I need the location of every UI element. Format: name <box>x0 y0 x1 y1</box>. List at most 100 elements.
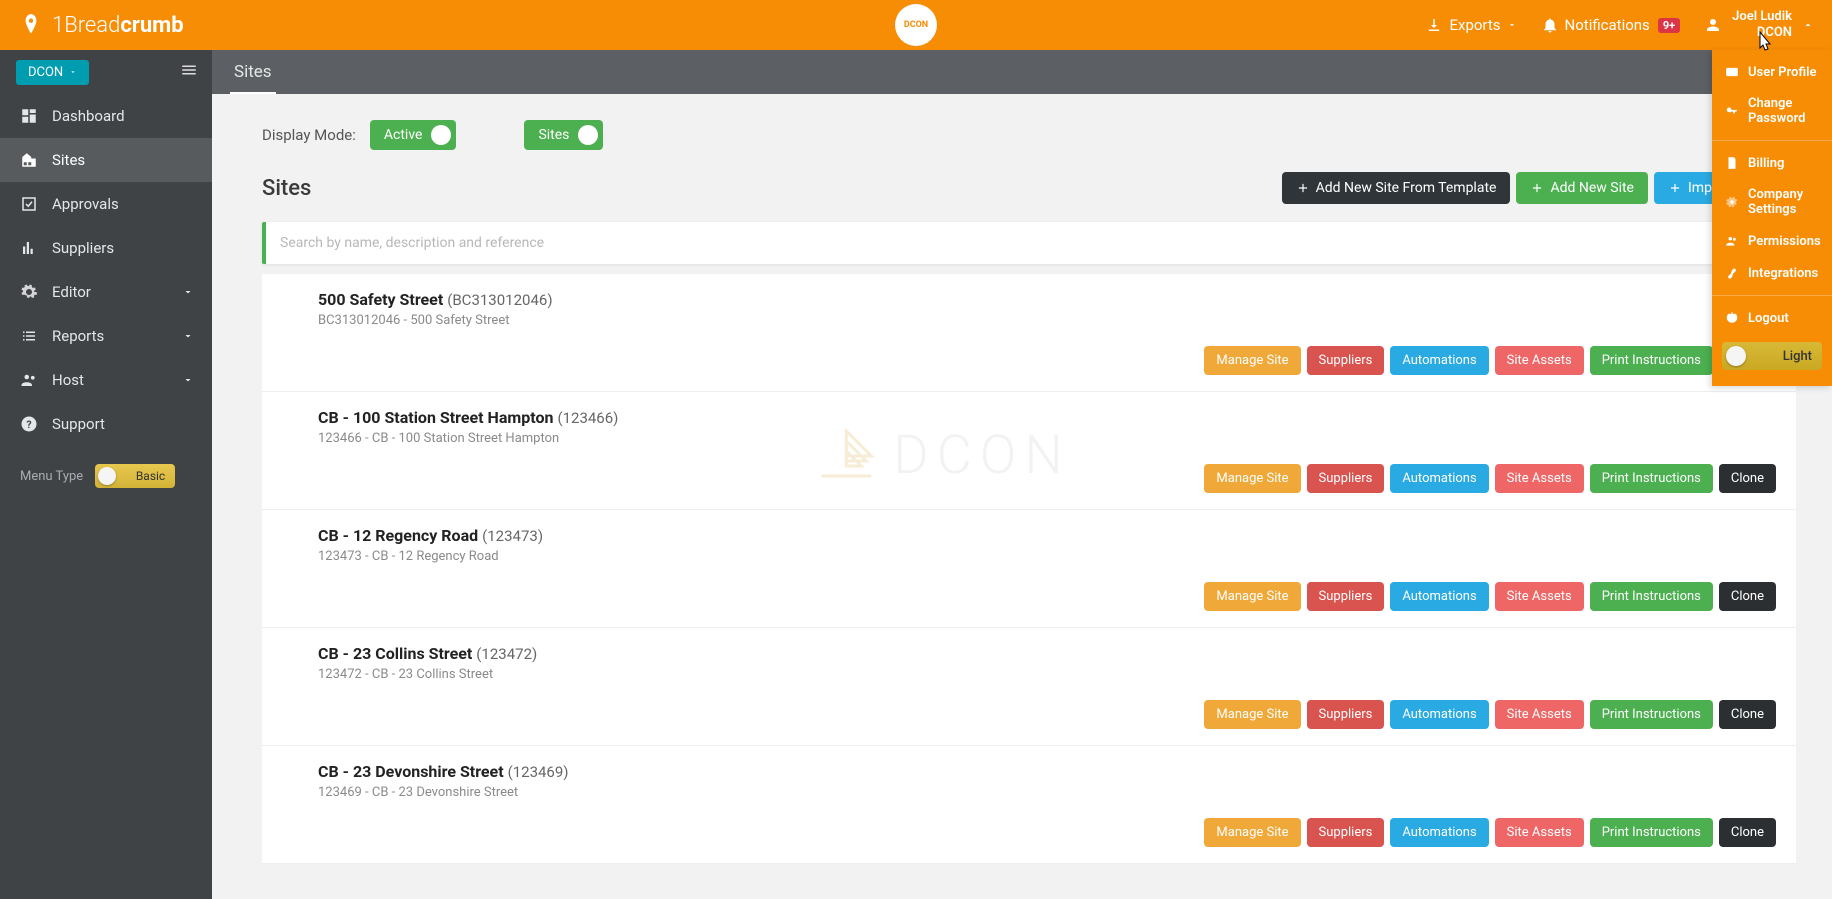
user-name: Joel Ludik <box>1732 9 1792 25</box>
tab-sites[interactable]: Sites <box>230 52 276 94</box>
company-selector[interactable]: DCON <box>16 60 89 85</box>
manage-site-button[interactable]: Manage Site <box>1204 582 1300 611</box>
list-icon <box>20 327 38 345</box>
plus-icon <box>1668 181 1682 195</box>
sidebar-item-support[interactable]: ? Support <box>0 402 212 446</box>
automations-button[interactable]: Automations <box>1390 818 1488 847</box>
gear-icon <box>1724 194 1740 210</box>
bar-chart-icon <box>20 239 38 257</box>
sidebar-item-reports[interactable]: Reports <box>0 314 212 358</box>
company-settings-link[interactable]: Company Settings <box>1712 179 1832 225</box>
clone-button[interactable]: Clone <box>1719 700 1776 729</box>
sidebar-item-suppliers[interactable]: Suppliers <box>0 226 212 270</box>
link-icon <box>1724 265 1740 281</box>
sidebar-item-sites[interactable]: Sites <box>0 138 212 182</box>
permissions-link[interactable]: Permissions <box>1712 225 1832 257</box>
brand-prefix: 1Bread <box>52 13 120 38</box>
billing-link[interactable]: Billing <box>1712 147 1832 179</box>
sites-search-input[interactable] <box>266 222 1796 264</box>
manage-site-button[interactable]: Manage Site <box>1204 346 1300 375</box>
clone-button[interactable]: Clone <box>1719 464 1776 493</box>
bell-icon <box>1541 16 1559 34</box>
sidebar-item-dashboard[interactable]: Dashboard <box>0 94 212 138</box>
site-name: CB - 100 Station Street Hampton <box>318 408 553 427</box>
sidebar-item-editor[interactable]: Editor <box>0 270 212 314</box>
menu-type-value: Basic <box>136 469 165 483</box>
app-header: 1Breadcrumb DCON Exports Notifications 9… <box>0 0 1832 50</box>
site-subtitle: 123469 - CB - 23 Devonshire Street <box>318 785 1776 800</box>
manage-site-button[interactable]: Manage Site <box>1204 464 1300 493</box>
key-icon <box>1724 103 1740 119</box>
site-subtitle: 123472 - CB - 23 Collins Street <box>318 667 1776 682</box>
sidebar-item-label: Reports <box>52 327 104 345</box>
user-profile-link[interactable]: User Profile <box>1712 56 1832 88</box>
exports-label: Exports <box>1449 16 1500 34</box>
automations-button[interactable]: Automations <box>1390 346 1488 375</box>
add-new-site-button[interactable]: Add New Site <box>1516 172 1648 204</box>
display-mode-active-toggle[interactable]: Active <box>370 120 457 150</box>
user-menu-trigger[interactable]: Joel Ludik DCON <box>1704 9 1814 40</box>
sidebar-item-label: Suppliers <box>52 239 114 257</box>
manage-site-button[interactable]: Manage Site <box>1204 818 1300 847</box>
site-title: CB - 100 Station Street Hampton (123466) <box>318 408 1776 427</box>
integrations-link[interactable]: Integrations <box>1712 257 1832 289</box>
site-assets-button[interactable]: Site Assets <box>1495 582 1584 611</box>
suppliers-button[interactable]: Suppliers <box>1307 464 1385 493</box>
suppliers-button[interactable]: Suppliers <box>1307 582 1385 611</box>
sites-header: Sites Add New Site From Template Add New… <box>262 172 1796 204</box>
print-instructions-button[interactable]: Print Instructions <box>1590 818 1713 847</box>
site-title: CB - 23 Collins Street (123472) <box>318 644 1776 663</box>
site-assets-button[interactable]: Site Assets <box>1495 700 1584 729</box>
menu-type-toggle[interactable]: Basic <box>95 464 175 488</box>
print-instructions-button[interactable]: Print Instructions <box>1590 582 1713 611</box>
site-title: CB - 12 Regency Road (123473) <box>318 526 1776 545</box>
site-assets-button[interactable]: Site Assets <box>1495 346 1584 375</box>
exports-dropdown[interactable]: Exports <box>1425 16 1516 34</box>
site-card: CB - 23 Devonshire Street (123469) 12346… <box>262 746 1796 864</box>
change-password-link[interactable]: Change Password <box>1712 88 1832 134</box>
manage-site-button[interactable]: Manage Site <box>1204 700 1300 729</box>
clone-button[interactable]: Clone <box>1719 818 1776 847</box>
theme-label: Light <box>1783 349 1812 364</box>
top-center-company-logo[interactable]: DCON <box>895 4 937 46</box>
sidebar-item-approvals[interactable]: Approvals <box>0 182 212 226</box>
menu-type-label: Menu Type <box>20 469 83 484</box>
plus-icon <box>1296 181 1310 195</box>
theme-toggle[interactable]: Light <box>1722 342 1822 370</box>
main-area: Sites DCON Display Mode: Active Sites Si… <box>212 50 1832 899</box>
notifications-button[interactable]: Notifications 9+ <box>1541 16 1681 34</box>
site-subtitle: BC313012046 - 500 Safety Street <box>318 313 1776 328</box>
sites-search-wrap <box>262 222 1796 264</box>
display-mode-sites-toggle[interactable]: Sites <box>524 120 603 150</box>
print-instructions-button[interactable]: Print Instructions <box>1590 700 1713 729</box>
site-subtitle: 123473 - CB - 12 Regency Road <box>318 549 1776 564</box>
brand-icon <box>18 12 44 38</box>
site-actions: Manage Site Suppliers Automations Site A… <box>318 346 1776 375</box>
print-instructions-button[interactable]: Print Instructions <box>1590 464 1713 493</box>
sidebar-item-label: Sites <box>52 151 85 169</box>
site-card: 500 Safety Street (BC313012046) BC313012… <box>262 274 1796 392</box>
brand-logo[interactable]: 1Breadcrumb <box>18 12 184 38</box>
site-assets-button[interactable]: Site Assets <box>1495 818 1584 847</box>
suppliers-button[interactable]: Suppliers <box>1307 700 1385 729</box>
notifications-badge: 9+ <box>1658 18 1680 33</box>
automations-button[interactable]: Automations <box>1390 464 1488 493</box>
print-instructions-button[interactable]: Print Instructions <box>1590 346 1713 375</box>
chevron-down-icon <box>182 374 194 386</box>
site-name: 500 Safety Street <box>318 290 443 309</box>
automations-button[interactable]: Automations <box>1390 700 1488 729</box>
logout-link[interactable]: Logout <box>1712 302 1832 334</box>
brand-bold: crumb <box>120 13 183 38</box>
suppliers-button[interactable]: Suppliers <box>1307 346 1385 375</box>
clone-button[interactable]: Clone <box>1719 582 1776 611</box>
sidebar-item-host[interactable]: Host <box>0 358 212 402</box>
sidebar-item-label: Dashboard <box>52 107 125 125</box>
export-icon <box>1425 16 1443 34</box>
suppliers-button[interactable]: Suppliers <box>1307 818 1385 847</box>
site-ref: (BC313012046) <box>447 291 552 309</box>
automations-button[interactable]: Automations <box>1390 582 1488 611</box>
site-actions: Manage Site Suppliers Automations Site A… <box>318 464 1776 493</box>
add-site-from-template-button[interactable]: Add New Site From Template <box>1282 172 1511 204</box>
sidebar-collapse-button[interactable] <box>180 61 198 83</box>
site-assets-button[interactable]: Site Assets <box>1495 464 1584 493</box>
